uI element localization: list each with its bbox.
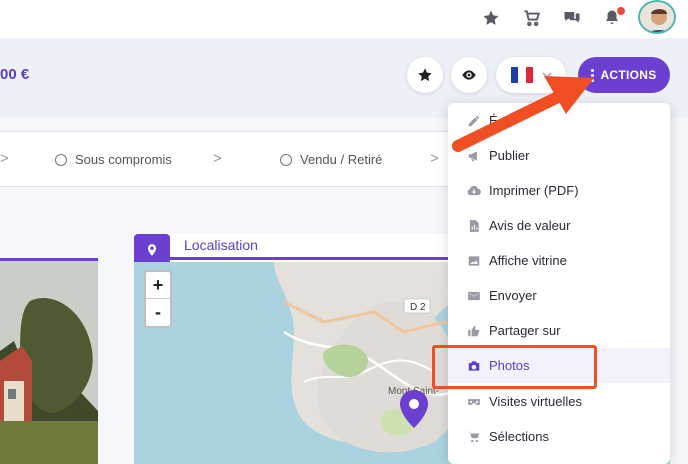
image-icon <box>467 254 481 268</box>
notification-dot <box>617 7 625 15</box>
menu-item-label: É <box>489 113 498 128</box>
step-separator: > <box>430 150 439 167</box>
menu-item-label: Visites virtuelles <box>489 394 582 409</box>
megaphone-icon <box>467 149 481 163</box>
menu-item-label: Affiche vitrine <box>489 253 567 268</box>
preview-button[interactable] <box>451 57 487 93</box>
menu-item-edit[interactable]: É <box>448 103 670 138</box>
actions-menu: É Publier Imprimer (PDF) Avis de valeur … <box>448 103 670 464</box>
radio-icon <box>55 153 67 166</box>
menu-item-label: Envoyer <box>489 288 537 303</box>
cart-icon <box>467 430 481 444</box>
pencil-icon <box>467 114 481 128</box>
photos-highlight-box <box>432 345 597 389</box>
menu-item-envoyer[interactable]: Envoyer <box>448 278 670 313</box>
star-icon <box>418 68 432 82</box>
menu-item-imprimer[interactable]: Imprimer (PDF) <box>448 173 670 208</box>
zoom-out-button[interactable]: - <box>146 299 170 326</box>
document-chart-icon <box>467 219 481 233</box>
menu-item-label: Partager sur <box>489 323 561 338</box>
chat-icon[interactable] <box>561 7 583 29</box>
menu-item-affiche-vitrine[interactable]: Affiche vitrine <box>448 243 670 278</box>
vr-headset-icon <box>467 395 481 409</box>
map-zoom-control: + - <box>144 270 172 328</box>
property-price: 00 € <box>0 66 30 83</box>
zoom-in-button[interactable]: + <box>146 272 170 299</box>
language-select[interactable] <box>496 57 566 93</box>
favorite-button[interactable] <box>407 57 443 93</box>
cloud-download-icon <box>467 184 481 198</box>
menu-item-visites-virtuelles[interactable]: Visites virtuelles <box>448 384 670 419</box>
menu-item-selections[interactable]: Sélections <box>448 419 670 454</box>
france-flag-icon <box>511 67 533 83</box>
road-label: D 2 <box>410 302 426 313</box>
eye-icon <box>462 70 476 80</box>
menu-item-label: Imprimer (PDF) <box>489 183 579 198</box>
menu-item-label: Publier <box>489 148 530 163</box>
step-label: Sous compromis <box>75 152 172 167</box>
step-vendu-retire[interactable]: Vendu / Retiré <box>280 152 382 167</box>
menu-item-publier[interactable]: Publier <box>448 138 670 173</box>
cart-icon[interactable] <box>521 7 543 29</box>
menu-item-avis-de-valeur[interactable]: Avis de valeur <box>448 208 670 243</box>
actions-button[interactable]: ACTIONS <box>578 57 670 93</box>
step-separator: > <box>213 150 222 167</box>
menu-item-label: Sélections <box>489 429 549 444</box>
radio-icon <box>280 153 292 166</box>
step-sous-compromis[interactable]: Sous compromis <box>55 152 172 167</box>
kebab-icon <box>591 68 595 82</box>
avatar[interactable] <box>638 0 676 34</box>
star-icon[interactable] <box>480 7 502 29</box>
step-separator: > <box>0 150 9 167</box>
thumbs-up-icon <box>467 324 481 338</box>
step-label: Vendu / Retiré <box>300 152 383 167</box>
property-photo[interactable] <box>0 258 98 464</box>
menu-item-label: Avis de valeur <box>489 218 571 233</box>
chevron-down-icon <box>542 72 552 79</box>
menu-item-partager-sur[interactable]: Partager sur <box>448 313 670 348</box>
top-bar <box>0 0 688 38</box>
envelope-icon <box>467 289 481 303</box>
location-title: Localisation <box>184 237 258 253</box>
actions-label: ACTIONS <box>600 68 657 82</box>
